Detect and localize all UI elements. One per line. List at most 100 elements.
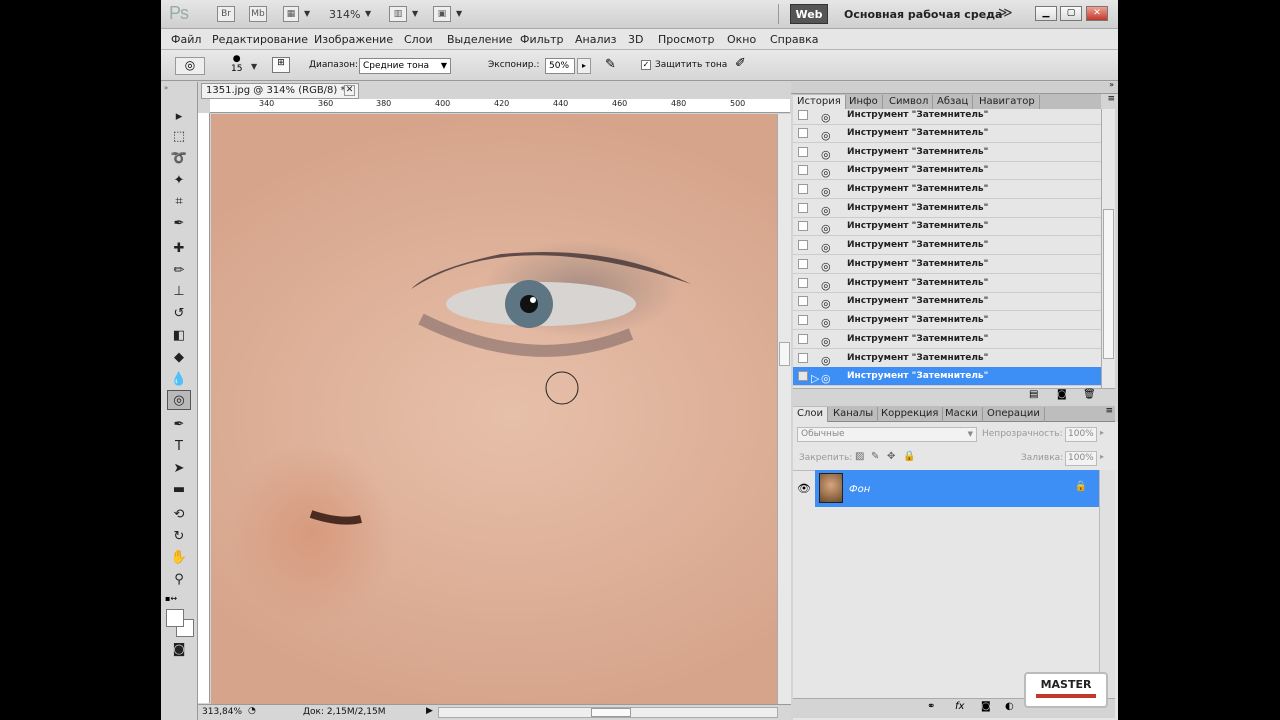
quick-mask-icon[interactable]: ◙: [167, 640, 191, 660]
marquee-tool-icon[interactable]: ⬚: [167, 127, 191, 147]
crop-tool-icon[interactable]: ⌗: [167, 192, 191, 212]
tab-adjustments[interactable]: Коррекция: [877, 407, 944, 422]
chevron-down-icon[interactable]: ▼: [456, 9, 462, 18]
chevron-down-icon[interactable]: ▼: [365, 9, 371, 18]
history-checkbox[interactable]: [798, 184, 808, 194]
toolbox-collapse-icon[interactable]: »: [164, 84, 168, 92]
fill-slider-arrow[interactable]: ▸: [1100, 452, 1104, 461]
history-checkbox[interactable]: [798, 259, 808, 269]
history-item[interactable]: ◎ Инструмент "Затемнитель": [793, 274, 1101, 293]
history-brush-tool-icon[interactable]: ↺: [167, 304, 191, 324]
history-checkbox[interactable]: [798, 278, 808, 288]
menu-3d[interactable]: 3D: [628, 33, 643, 46]
bridge-button[interactable]: Br: [217, 6, 235, 22]
eye-visibility-icon[interactable]: 👁: [797, 482, 811, 495]
panel-menu-icon[interactable]: ≡: [1105, 406, 1113, 416]
gradient-tool-icon[interactable]: ◆: [167, 348, 191, 368]
healing-tool-icon[interactable]: ✚: [167, 239, 191, 259]
brush-picker[interactable]: ● 15: [231, 54, 242, 74]
3d-rotate-tool-icon[interactable]: ⟲: [167, 505, 191, 525]
history-item[interactable]: ◎ Инструмент "Затемнитель": [793, 330, 1101, 349]
new-document-from-state-icon[interactable]: ▤: [1029, 389, 1038, 400]
tab-paragraph[interactable]: Абзац: [933, 95, 974, 110]
menu-view[interactable]: Просмотр: [658, 33, 714, 46]
history-checkbox[interactable]: [798, 371, 808, 381]
brush-tool-icon[interactable]: ✏: [167, 261, 191, 281]
history-checkbox[interactable]: [798, 165, 808, 175]
exposure-input[interactable]: 50%: [545, 58, 575, 74]
menu-filter[interactable]: Фильтр: [520, 33, 564, 46]
history-item[interactable]: ◎ Инструмент "Затемнитель": [793, 180, 1101, 199]
tab-masks[interactable]: Маски: [941, 407, 983, 422]
history-checkbox[interactable]: [798, 240, 808, 250]
lock-all-icon[interactable]: 🔒: [903, 451, 915, 462]
foreground-color-swatch[interactable]: [166, 609, 184, 627]
tab-channels[interactable]: Каналы: [829, 407, 879, 422]
history-item[interactable]: ◎ Инструмент "Затемнитель": [793, 292, 1101, 311]
panel-collapse-icon[interactable]: »: [1109, 80, 1114, 89]
pressure-icon[interactable]: ✐: [735, 56, 746, 71]
tab-navigator[interactable]: Навигатор: [975, 95, 1040, 110]
layer-name[interactable]: Фон: [849, 484, 870, 495]
canvas-horizontal-scrollbar[interactable]: [438, 707, 778, 718]
history-checkbox[interactable]: [798, 221, 808, 231]
history-checkbox[interactable]: [798, 128, 808, 138]
layer-style-icon[interactable]: fx: [955, 701, 964, 712]
workspace-web-button[interactable]: Web: [790, 4, 828, 24]
more-workspaces-icon[interactable]: ≫: [998, 5, 1013, 21]
airbrush-icon[interactable]: ✎: [605, 57, 616, 72]
chevron-down-icon[interactable]: ▼: [412, 9, 418, 18]
quick-select-tool-icon[interactable]: ✦: [167, 171, 191, 191]
history-checkbox[interactable]: [798, 296, 808, 306]
zoom-tool-icon[interactable]: ⚲: [167, 570, 191, 590]
add-mask-icon[interactable]: ◙: [981, 701, 991, 712]
trash-icon[interactable]: 🗑: [1083, 389, 1096, 400]
tool-preset-picker[interactable]: ◎: [175, 57, 205, 75]
menu-analysis[interactable]: Анализ: [575, 33, 617, 46]
eraser-tool-icon[interactable]: ◧: [167, 326, 191, 346]
layer-row-background[interactable]: Фон 🔒: [815, 470, 1099, 507]
tab-info[interactable]: Инфо: [845, 95, 883, 110]
status-menu-arrow[interactable]: ▶: [426, 706, 433, 716]
workspace-label[interactable]: Основная рабочая среда: [844, 8, 1002, 21]
document-tab[interactable]: 1351.jpg @ 314% (RGB/8) * ✕: [201, 83, 359, 99]
history-checkbox[interactable]: [798, 147, 808, 157]
history-item[interactable]: ◎ Инструмент "Затемнитель": [793, 311, 1101, 330]
screen-mode-icon[interactable]: ▣: [433, 6, 451, 22]
eyedropper-tool-icon[interactable]: ✒: [167, 214, 191, 234]
history-scrollbar[interactable]: [1101, 109, 1115, 388]
chevron-down-icon[interactable]: ▼: [251, 62, 257, 71]
history-item[interactable]: ◎ Инструмент "Затемнитель": [793, 236, 1101, 255]
history-item[interactable]: ◎ Инструмент "Затемнитель": [793, 217, 1101, 236]
menu-edit[interactable]: Редактирование: [212, 33, 308, 46]
tab-history[interactable]: История: [793, 95, 846, 110]
menu-image[interactable]: Изображение: [314, 33, 393, 46]
scroll-thumb[interactable]: [1103, 209, 1114, 359]
history-checkbox[interactable]: [798, 334, 808, 344]
scroll-thumb[interactable]: [591, 708, 631, 717]
shape-tool-icon[interactable]: ▬: [167, 480, 191, 500]
minimize-button[interactable]: ▁: [1035, 6, 1057, 21]
link-layers-icon[interactable]: ⚭: [927, 701, 935, 712]
zoom-level[interactable]: 314%: [329, 8, 360, 21]
menu-help[interactable]: Справка: [770, 33, 818, 46]
scroll-thumb[interactable]: [779, 342, 790, 366]
chevron-down-icon[interactable]: ▼: [304, 9, 310, 18]
canvas-vertical-scrollbar[interactable]: [777, 114, 791, 704]
history-checkbox[interactable]: [798, 315, 808, 325]
history-item[interactable]: ◎ Инструмент "Затемнитель": [793, 109, 1101, 125]
lock-transparency-icon[interactable]: ▨: [855, 451, 864, 462]
opacity-slider-arrow[interactable]: ▸: [1100, 428, 1104, 437]
move-tool-icon[interactable]: ▸: [167, 107, 191, 127]
history-item[interactable]: ◎ Инструмент "Затемнитель": [793, 161, 1101, 180]
menu-layers[interactable]: Слои: [404, 33, 433, 46]
adjustment-layer-icon[interactable]: ◐: [1005, 701, 1014, 712]
history-checkbox[interactable]: [798, 203, 808, 213]
history-checkbox[interactable]: [798, 110, 808, 120]
zoom-status[interactable]: 313,84%: [202, 707, 242, 717]
default-colors-icon[interactable]: ▪↔: [165, 594, 177, 603]
menu-select[interactable]: Выделение: [447, 33, 513, 46]
opacity-input[interactable]: 100%: [1065, 427, 1097, 442]
fill-input[interactable]: 100%: [1065, 451, 1097, 466]
3d-orbit-tool-icon[interactable]: ↻: [167, 527, 191, 547]
